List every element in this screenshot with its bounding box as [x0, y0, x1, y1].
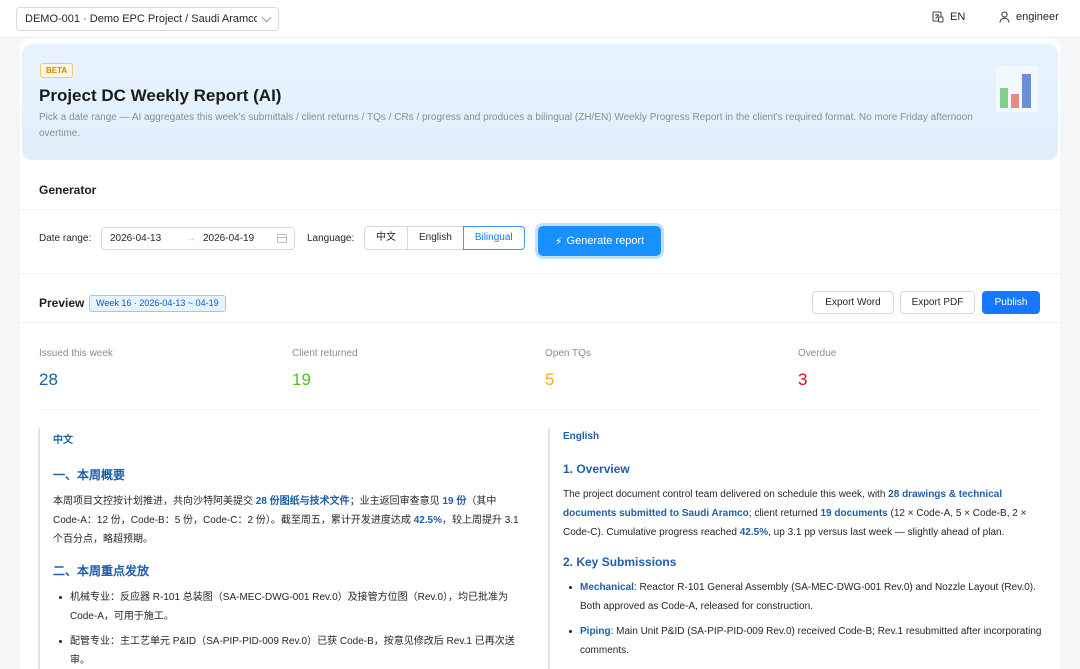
- list-item: 配管专业：主工艺单元 P&ID（SA-PIP-PID-009 Rev.0）已获 …: [53, 632, 525, 669]
- column-label-zh: 中文: [53, 435, 73, 446]
- submission-list-en: Mechanical: Reactor R-101 General Assemb…: [563, 578, 1048, 660]
- stat-overdue: Overdue 3: [798, 348, 836, 390]
- stat-value: 5: [545, 370, 555, 389]
- submission-list-zh: 机械专业：反应器 R-101 总装图（SA-MEC-DWG-001 Rev.0）…: [53, 588, 525, 669]
- stat-returned: Client returned 19: [292, 348, 358, 390]
- week-tag: Week 16 · 2026-04-13 ~ 04-19: [89, 295, 226, 312]
- overview-paragraph-en: The project document control team delive…: [563, 489, 1027, 538]
- language-option-zh[interactable]: 中文: [364, 226, 408, 250]
- divider: [20, 273, 1060, 274]
- export-word-button[interactable]: Export Word: [812, 291, 894, 314]
- chevron-down-icon: [261, 12, 272, 22]
- page-description: Pick a date range — AI aggregates this w…: [39, 112, 973, 139]
- language-option-bilingual[interactable]: Bilingual: [462, 226, 525, 250]
- language-option-en[interactable]: English: [407, 226, 464, 250]
- start-date-input[interactable]: 2026-04-13: [110, 233, 161, 244]
- stat-label: Open TQs: [545, 348, 591, 359]
- arrow-right-icon: →: [186, 233, 196, 244]
- stat-value: 28: [39, 370, 58, 389]
- user-name: engineer: [1016, 11, 1059, 23]
- project-select-value: DEMO-001 · Demo EPC Project / Saudi Aram…: [25, 13, 257, 25]
- beta-badge: BETA: [40, 63, 74, 78]
- stat-value: 19: [292, 370, 311, 389]
- top-bar: DEMO-001 · Demo EPC Project / Saudi Aram…: [0, 0, 1080, 38]
- page-title: Project DC Weekly Report (AI): [39, 86, 282, 105]
- report-column-en: English 1. Overview The project document…: [548, 428, 1048, 669]
- list-item: 机械专业：反应器 R-101 总装图（SA-MEC-DWG-001 Rev.0）…: [53, 588, 525, 626]
- divider: [20, 322, 1060, 323]
- language-segmented: 中文 English Bilingual: [364, 226, 525, 250]
- stat-label: Client returned: [292, 348, 358, 359]
- stat-value: 3: [798, 370, 808, 389]
- language-label: Language:: [307, 233, 355, 244]
- section-heading: 一、本周概要: [53, 468, 126, 482]
- preview-title: Preview: [39, 296, 85, 310]
- divider: [39, 409, 1040, 410]
- language-switch[interactable]: EN: [932, 11, 965, 23]
- stat-label: Issued this week: [39, 348, 113, 359]
- section-heading: 2. Key Submissions: [563, 555, 677, 569]
- report-column-zh: 中文 一、本周概要 本周项目文控按计划推进，共向沙特阿美提交 28 份图纸与技术…: [38, 428, 525, 669]
- lightning-icon: ⚡: [554, 235, 563, 248]
- calendar-icon: [277, 234, 287, 243]
- overview-paragraph-zh: 本周项目文控按计划推进，共向沙特阿美提交 28 份图纸与技术文件；业主返回审查意…: [53, 496, 519, 545]
- list-item: Piping: Main Unit P&ID (SA-PIP-PID-009 R…: [563, 622, 1048, 660]
- stat-label: Overdue: [798, 348, 837, 359]
- language-label: EN: [950, 11, 966, 23]
- hero-banner: BETA Project DC Weekly Report (AI) Pick …: [22, 44, 1058, 160]
- section-heading: 二、本周重点发放: [53, 564, 150, 578]
- column-label-en: English: [563, 431, 600, 442]
- user-icon: [999, 11, 1010, 23]
- end-date-input[interactable]: 2026-04-19: [203, 233, 254, 244]
- user-menu[interactable]: engineer: [999, 11, 1059, 23]
- export-pdf-button[interactable]: Export PDF: [900, 291, 975, 314]
- stat-open-tqs: Open TQs 5: [545, 348, 591, 390]
- date-range-picker[interactable]: 2026-04-13 → 2026-04-19: [101, 227, 295, 250]
- date-range-label: Date range:: [39, 233, 92, 244]
- bar-chart-icon: [996, 66, 1038, 112]
- stat-issued: Issued this week 28: [39, 348, 113, 390]
- list-item: Mechanical: Reactor R-101 General Assemb…: [563, 578, 1048, 616]
- main-card: BETA Project DC Weekly Report (AI) Pick …: [20, 38, 1060, 669]
- project-select[interactable]: DEMO-001 · Demo EPC Project / Saudi Aram…: [16, 7, 279, 31]
- divider: [20, 209, 1060, 210]
- publish-button[interactable]: Publish: [982, 291, 1040, 314]
- generator-title: Generator: [39, 183, 97, 197]
- generate-report-button[interactable]: ⚡ Generate report: [538, 226, 661, 256]
- translate-icon: [932, 11, 944, 23]
- section-heading: 1. Overview: [563, 462, 630, 476]
